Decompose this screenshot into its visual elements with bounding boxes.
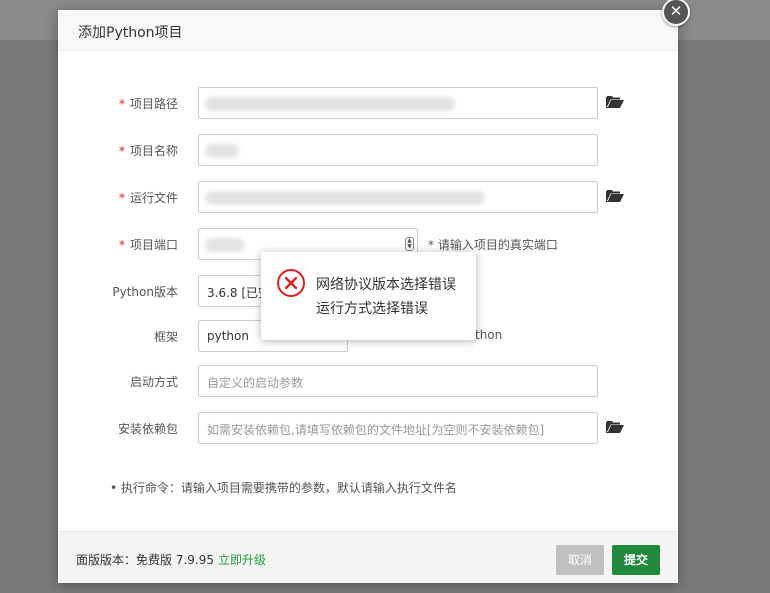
- startup-mode-label: 启动方式: [129, 375, 178, 389]
- startup-mode-input[interactable]: 自定义的启动参数: [198, 365, 598, 397]
- project-port-label: * 项目端口: [118, 238, 178, 252]
- dependencies-input[interactable]: 如需安装依赖包,请填写依赖包的文件地址[为空则不安装依赖包]: [198, 412, 598, 444]
- folder-open-icon[interactable]: [606, 420, 624, 434]
- project-path-input[interactable]: [198, 87, 598, 119]
- blurred-value: [205, 191, 485, 205]
- panel-version: 面版版本：免费版 7.9.95 立即升级: [76, 553, 266, 567]
- project-name-label: * 项目名称: [118, 144, 178, 158]
- folder-open-icon[interactable]: [606, 95, 624, 109]
- dialog-title: 添加Python项目: [78, 25, 183, 41]
- blurred-value: [205, 144, 239, 158]
- row-run-file: * 运行文件: [58, 181, 678, 213]
- row-project-name: * 项目名称: [58, 134, 678, 166]
- error-toast: 网络协议版本选择错误 运行方式选择错误: [261, 252, 476, 340]
- run-file-label: * 运行文件: [118, 191, 178, 205]
- row-startup-mode: 启动方式 自定义的启动参数: [58, 365, 678, 397]
- project-port-hint: * 请输入项目的真实端口: [428, 238, 558, 252]
- run-file-input[interactable]: [198, 181, 598, 213]
- upgrade-link[interactable]: 立即升级: [218, 553, 266, 567]
- run-command-note: • 执行命令：请输入项目需要携带的参数，默认请输入执行文件名: [110, 481, 457, 495]
- dialog-header: 添加Python项目: [58, 10, 678, 51]
- blurred-value: [205, 97, 455, 111]
- number-spinner-icon[interactable]: ▲ ▼: [405, 237, 414, 251]
- framework-label: 框架: [153, 330, 178, 344]
- toast-message-2: 运行方式选择错误: [316, 301, 428, 317]
- row-dependencies: 安装依赖包 如需安装依赖包,请填写依赖包的文件地址[为空则不安装依赖包]: [58, 412, 678, 444]
- dependencies-label: 安装依赖包: [117, 422, 178, 436]
- cancel-button[interactable]: 取消: [556, 545, 604, 575]
- blurred-value: [205, 238, 245, 252]
- folder-open-icon[interactable]: [606, 189, 624, 203]
- project-name-input[interactable]: [198, 134, 598, 166]
- submit-button[interactable]: 提交: [612, 545, 660, 575]
- framework-hint: thon: [475, 328, 503, 342]
- toast-message-1: 网络协议版本选择错误: [316, 277, 456, 293]
- close-icon: ✕: [669, 2, 683, 20]
- project-path-label: * 项目路径: [118, 97, 178, 111]
- dialog-footer: 面版版本：免费版 7.9.95 立即升级 取消 提交: [58, 531, 678, 583]
- error-circle-icon: [277, 269, 305, 297]
- row-project-path: * 项目路径: [58, 87, 678, 119]
- python-version-label: Python版本: [112, 285, 178, 299]
